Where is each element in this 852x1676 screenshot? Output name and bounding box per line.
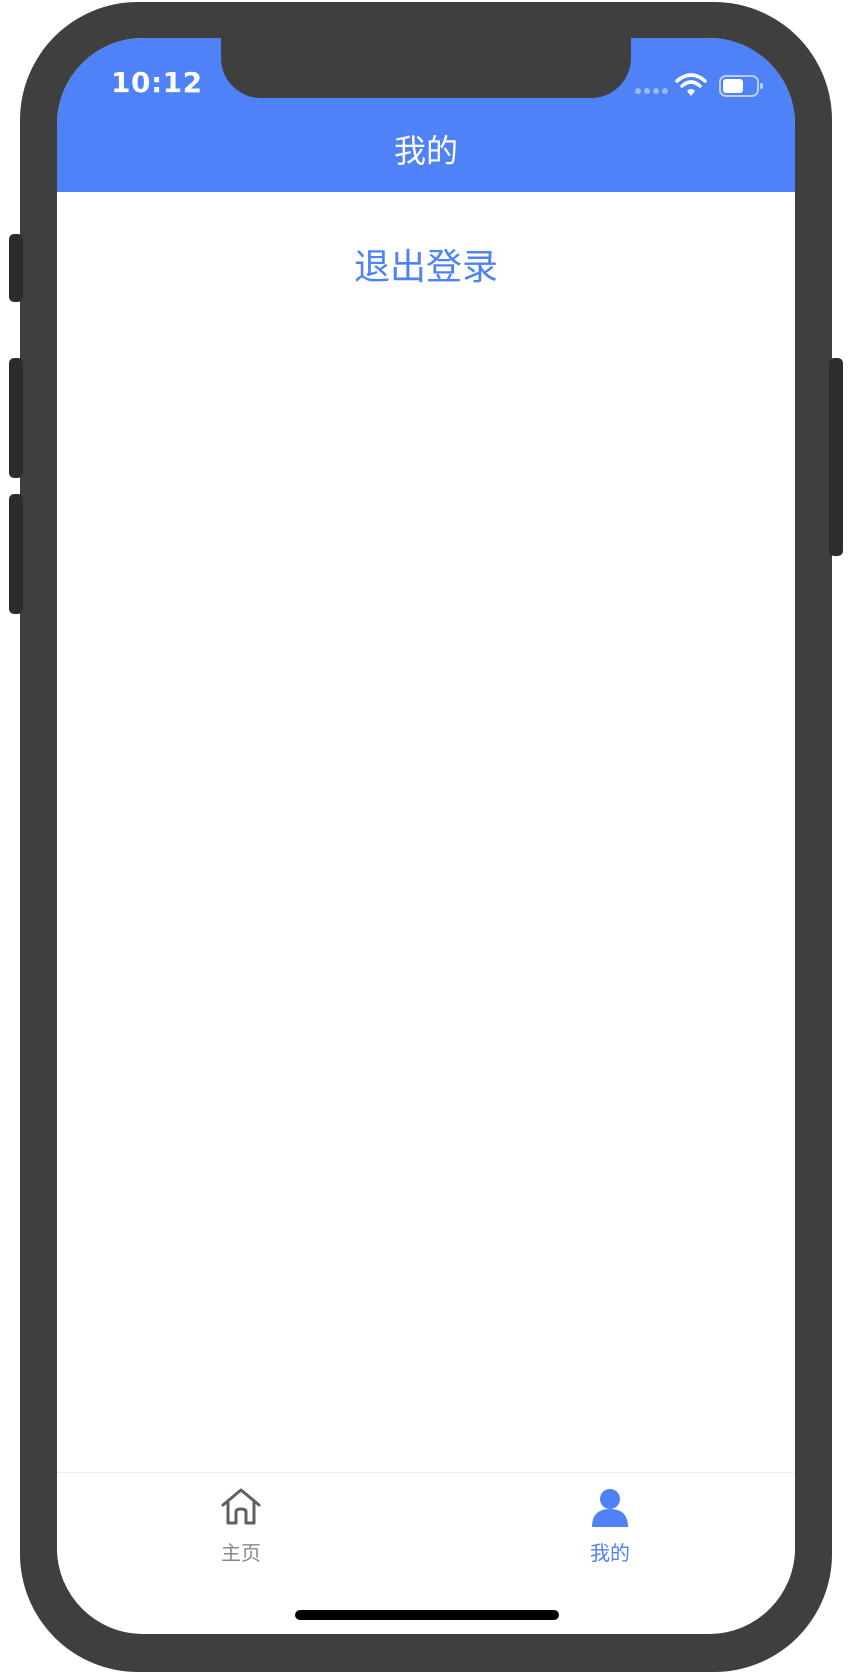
user-icon — [592, 1489, 628, 1527]
home-icon — [221, 1488, 261, 1525]
page-title: 我的 — [393, 132, 458, 170]
status-time: 10:12 — [111, 66, 203, 99]
tab-mine-label: 我的 — [590, 1541, 630, 1565]
notch — [221, 38, 631, 98]
volume-up-button — [9, 358, 23, 478]
navigation-bar: 10:12 我的 — [57, 38, 795, 192]
battery-icon — [719, 75, 763, 97]
tab-bar: 主页 我的 — [57, 1472, 795, 1583]
tab-mine[interactable]: 我的 — [550, 1485, 670, 1575]
power-button — [829, 358, 843, 556]
wifi-icon — [675, 73, 707, 96]
tab-home[interactable]: 主页 — [181, 1485, 301, 1575]
logout-button[interactable]: 退出登录 — [57, 238, 795, 290]
phone-screen: 10:12 我的 退出登录 主页 我的 — [57, 38, 795, 1634]
volume-down-button — [9, 494, 23, 614]
home-indicator — [295, 1610, 559, 1620]
signal-icon — [635, 88, 668, 94]
silent-switch — [9, 234, 23, 302]
tab-home-label: 主页 — [221, 1541, 261, 1565]
